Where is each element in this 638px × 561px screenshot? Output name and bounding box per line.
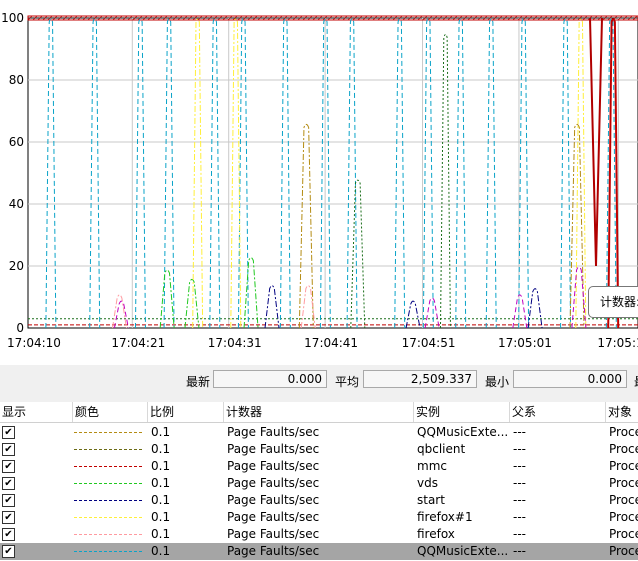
parent-cell: --- xyxy=(513,544,526,558)
show-checkbox[interactable]: ✔ xyxy=(2,477,15,490)
show-checkbox[interactable]: ✔ xyxy=(2,443,15,456)
col-header-scale[interactable]: 比例 xyxy=(148,402,224,422)
col-header-counter[interactable]: 计数器 xyxy=(224,402,414,422)
color-swatch xyxy=(74,517,142,518)
x-tick-label: 17:04:21 xyxy=(111,336,165,350)
average-label: 平均 xyxy=(335,375,360,389)
x-tick-label: 17:05:01 xyxy=(498,336,552,350)
color-swatch xyxy=(74,500,142,501)
instance-cell: start xyxy=(417,493,445,507)
color-swatch xyxy=(74,483,142,484)
show-checkbox[interactable]: ✔ xyxy=(2,545,15,558)
counter-cell: Page Faults/sec xyxy=(227,510,320,524)
instance-cell: QQMusicExte... xyxy=(417,425,509,439)
scale-cell: 0.1 xyxy=(151,425,171,439)
object-cell: Process xyxy=(609,493,638,507)
counter-tooltip: 计数器: xyxy=(588,286,638,318)
show-checkbox[interactable]: ✔ xyxy=(2,460,15,473)
min-label: 最小 xyxy=(485,375,510,389)
counter-row[interactable]: ✔ 0.1 Page Faults/sec firefox#1 --- Process xyxy=(0,509,638,526)
line-chart[interactable]: 0 20 40 60 80 100 17:04:10 17:04:21 17:04:31 17:0… xyxy=(0,0,638,365)
color-swatch xyxy=(74,432,142,433)
parent-cell: --- xyxy=(513,493,526,507)
col-header-object[interactable]: 对象 xyxy=(606,402,638,422)
counter-row[interactable]: ✔ 0.1 Page Faults/sec vds --- Process xyxy=(0,475,638,492)
counter-cell: Page Faults/sec xyxy=(227,493,320,507)
scale-cell: 0.1 xyxy=(151,493,171,507)
plot-frame xyxy=(27,17,638,329)
y-tick-label: 0 xyxy=(16,321,24,335)
counter-row[interactable]: ✔ 0.1 Page Faults/sec start --- Process xyxy=(0,492,638,509)
scale-cell: 0.1 xyxy=(151,510,171,524)
color-swatch xyxy=(74,534,142,535)
performance-graph[interactable]: 0 20 40 60 80 100 17:04:10 17:04:21 17:04:31 17:0… xyxy=(0,0,638,365)
x-tick-label: 17:04:10 xyxy=(7,336,61,350)
counter-row[interactable]: ✔ 0.1 Page Faults/sec firefox --- Process xyxy=(0,526,638,543)
y-tick-label: 80 xyxy=(9,73,24,87)
counter-cell: Page Faults/sec xyxy=(227,459,320,473)
stats-bar: 最新 0.000 平均 2,509.337 最小 0.000 最 xyxy=(0,365,638,397)
object-cell: Process xyxy=(609,527,638,541)
parent-cell: --- xyxy=(513,425,526,439)
instance-cell: QQMusicExte... xyxy=(417,544,509,558)
parent-cell: --- xyxy=(513,527,526,541)
average-value-field: 2,509.337 xyxy=(363,370,477,388)
counter-row[interactable]: ✔ 0.1 Page Faults/sec mmc --- Process xyxy=(0,458,638,475)
min-value-field: 0.000 xyxy=(513,370,627,388)
object-cell: Process xyxy=(609,442,638,456)
scale-cell: 0.1 xyxy=(151,442,171,456)
counter-cell: Page Faults/sec xyxy=(227,527,320,541)
show-checkbox[interactable]: ✔ xyxy=(2,528,15,541)
parent-cell: --- xyxy=(513,510,526,524)
show-checkbox[interactable]: ✔ xyxy=(2,494,15,507)
parent-cell: --- xyxy=(513,476,526,490)
parent-cell: --- xyxy=(513,459,526,473)
max-label-partial: 最 xyxy=(634,373,638,390)
counter-cell: Page Faults/sec xyxy=(227,544,320,558)
scale-cell: 0.1 xyxy=(151,459,171,473)
instance-cell: mmc xyxy=(417,459,447,473)
object-cell: Process xyxy=(609,459,638,473)
x-tick-label: 17:05:11 xyxy=(597,336,638,350)
scale-cell: 0.1 xyxy=(151,476,171,490)
color-swatch xyxy=(74,551,142,552)
show-checkbox[interactable]: ✔ xyxy=(2,426,15,439)
y-tick-label: 20 xyxy=(9,259,24,273)
parent-cell: --- xyxy=(513,442,526,456)
object-cell: Process xyxy=(609,425,638,439)
counter-cell: Page Faults/sec xyxy=(227,425,320,439)
object-cell: Process xyxy=(609,476,638,490)
y-tick-label: 60 xyxy=(9,135,24,149)
x-tick-label: 17:04:51 xyxy=(402,336,456,350)
counter-cell: Page Faults/sec xyxy=(227,476,320,490)
instance-cell: vds xyxy=(417,476,438,490)
counter-row[interactable]: ✔ 0.1 Page Faults/sec QQMusicExte... --- Proc… xyxy=(0,424,638,441)
x-tick-label: 17:04:41 xyxy=(304,336,358,350)
latest-label: 最新 xyxy=(186,375,211,389)
color-swatch xyxy=(74,449,142,450)
latest-value-field: 0.000 xyxy=(213,370,327,388)
counter-table[interactable]: 显示 颜色 比例 计数器 实例 父系 对象 ✔ 0.1 Page Faults/se… xyxy=(0,402,638,561)
counter-row[interactable]: ✔ 0.1 Page Faults/sec qbclient --- Process xyxy=(0,441,638,458)
object-cell: Process xyxy=(609,544,638,558)
col-header-color[interactable]: 颜色 xyxy=(73,402,148,422)
show-checkbox[interactable]: ✔ xyxy=(2,511,15,524)
col-header-parent[interactable]: 父系 xyxy=(510,402,606,422)
col-header-show[interactable]: 显示 xyxy=(0,402,73,422)
counter-row[interactable]: ✔ 0.1 Page Faults/sec QQMusicExte... --- Proc… xyxy=(0,543,638,560)
color-swatch xyxy=(74,466,142,467)
counter-cell: Page Faults/sec xyxy=(227,442,320,456)
col-header-instance[interactable]: 实例 xyxy=(414,402,510,422)
instance-cell: firefox#1 xyxy=(417,510,473,524)
object-cell: Process xyxy=(609,510,638,524)
y-tick-label: 40 xyxy=(9,197,24,211)
scale-cell: 0.1 xyxy=(151,527,171,541)
instance-cell: firefox xyxy=(417,527,455,541)
instance-cell: qbclient xyxy=(417,442,466,456)
scale-cell: 0.1 xyxy=(151,544,171,558)
x-tick-label: 17:04:31 xyxy=(208,336,262,350)
y-tick-label: 100 xyxy=(1,11,24,25)
